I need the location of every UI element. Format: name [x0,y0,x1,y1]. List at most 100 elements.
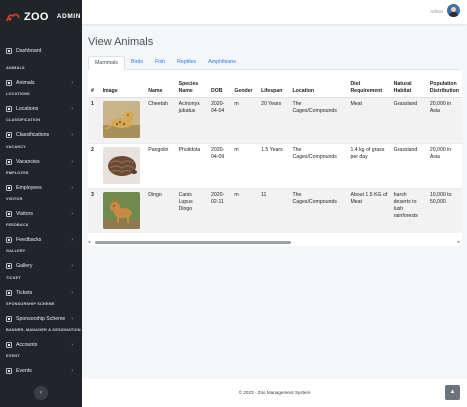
sidebar-item-gallery[interactable]: Gallery › [0,259,82,273]
sidebar-item-label: Visitors [16,211,33,217]
chevron-right-icon: › [71,263,73,270]
population-distribution: 20,000 in Asia [426,96,462,143]
chevron-right-icon: › [71,342,73,348]
tab-amphibians[interactable]: Amphibians [202,56,242,70]
animals-table: # Image Name Species Name DOB Gender Lif… [88,70,462,233]
header-lifespan: Lifespan [258,70,290,98]
table-row[interactable]: 1 Cheetah Acinonyx jubatus 2020-04-04 m 20 Ye… [88,96,462,143]
species-name: Pholidota [175,142,208,188]
back-to-top-button[interactable]: ▲ [445,385,460,400]
sidebar-item-tickets[interactable]: Tickets › [0,286,82,300]
sidebar-item-dashboard[interactable]: Dashboard [0,44,82,58]
sidebar-heading-event: EVENT [6,354,20,359]
animal-name: Pangolin [145,142,176,188]
brand-logo-text: ZOO [24,10,49,23]
chevron-right-icon: › [71,211,73,217]
dingo-image [102,191,143,229]
diet-requirement: 1.4 kg of grass per day [347,142,391,188]
footer-copyright: © 2023 - Zoo Management System [238,390,311,395]
dob: 2020-04-04 [207,96,232,143]
sidebar-item-animals[interactable]: Animals › [0,76,82,90]
header-species: Species Name [175,70,208,98]
sidebar-item-sponsorship-scheme[interactable]: Sponsorship Scheme › [0,312,82,326]
dob: 2020-04-09 [207,142,232,188]
sidebar-item-visitors[interactable]: Visitors › [0,207,82,221]
sidebar-item-label: Classifications [16,132,50,139]
header-population: Population Distribution [426,70,462,98]
layers-icon [6,132,12,139]
sidebar-item-feedbacks[interactable]: Feedbacks › [0,233,82,247]
page-title: View Animals [88,36,154,48]
sidebar-item-label: Feedbacks [16,237,42,244]
table-row[interactable]: 2 Pangolin Pholidota 2020-04-09 m 1.5 Years Th… [88,142,462,188]
sidebar: ZOO ADMIN Dashboard ANIMALS Animals › LOCATI… [0,0,82,407]
sidebar-item-label: Sponsorship Scheme [16,315,66,322]
chevron-right-icon: › [71,132,73,139]
table-horizontal-scrollbar[interactable]: ◂ ▸ [88,238,462,246]
dashboard-icon [6,48,12,54]
header-diet: Diet Requirement [347,70,391,98]
diet-requirement: Meat [347,96,391,143]
map-marker-icon [6,106,12,113]
user-name[interactable]: Admin [430,9,443,14]
sidebar-item-label: Animals [16,80,35,86]
sidebar-heading-locations: LOCATIONS [6,92,30,97]
zoo-logo-icon [6,13,20,21]
animal-name: Dingo [145,187,176,233]
scrollbar-thumb[interactable] [95,241,291,244]
header-image: Image [99,70,146,98]
table-header-row: # Image Name Species Name DOB Gender Lif… [88,70,462,98]
gender: m [231,142,259,188]
sidebar-heading-banner-manager-designation: BANNER, MANAGER & DESIGNATION [6,328,81,332]
header-gender: Gender [231,70,259,98]
population-distribution: 10,000 to 50,000 [426,187,462,233]
tab-birds[interactable]: Birds [125,56,149,70]
tab-reptiles[interactable]: Reptiles [171,56,202,70]
sidebar-heading-vacancy: VACANCY [6,144,26,149]
paw-icon [6,80,12,86]
scroll-left-arrow-icon[interactable]: ◂ [88,239,90,245]
sidebar-item-locations[interactable]: Locations › [0,102,82,116]
brand-admin-label: ADMIN [56,13,82,20]
user-icon [6,211,12,217]
row-number: 3 [88,187,100,233]
sidebar-item-label: Gallery [16,263,33,270]
chevron-right-icon: › [71,80,73,86]
natural-habitat: Grassland [390,96,427,143]
image-icon [6,263,12,270]
header-name: Name [145,70,176,98]
sidebar-item-label: Dashboard [16,48,42,54]
chevron-right-icon: › [71,289,73,296]
header-habitat: Natural Habitat [390,70,427,98]
sidebar-item-label: Employees [16,184,42,191]
scroll-right-arrow-icon[interactable]: ▸ [458,239,460,245]
chevron-right-icon: › [71,368,73,375]
briefcase-icon [6,158,12,165]
lifespan: 11 [258,187,290,233]
sidebar-item-label: Accounts [16,342,38,348]
lifespan: 1.5 Years [258,142,290,188]
sidebar-heading-visitor: VISITOR [6,197,23,201]
sidebar-item-classifications[interactable]: Classifications › [0,128,82,142]
ticket-icon [6,289,12,296]
location: The Cages/Compounds [289,96,348,143]
header-num: # [88,70,100,98]
brand[interactable]: ZOO ADMIN [0,0,82,33]
sidebar-item-label: Events [16,368,32,375]
gender: m [231,96,259,143]
sidebar-heading-gallery: GALLERY [6,249,26,254]
sidebar-item-employees[interactable]: Employees › [0,181,82,195]
sidebar-item-vacancies[interactable]: Vacancies › [0,155,82,169]
sidebar-collapse-button[interactable]: ‹ [34,386,48,400]
tab-fish[interactable]: Fish [149,56,171,70]
tab-mammals[interactable]: Mammals [88,56,125,70]
account-icon [6,342,12,348]
table-row[interactable]: 3 Dingo Canis Lupus Dingo 2020-02-11 m 11 The … [88,187,462,233]
sidebar-item-label: Locations [16,106,39,113]
sidebar-item-events[interactable]: Events › [0,364,82,378]
chevron-right-icon: › [71,158,73,165]
row-number: 1 [88,96,100,143]
sidebar-item-accounts[interactable]: Accounts › [0,338,82,352]
user-avatar[interactable] [447,4,460,17]
sidebar-heading-classification: CLASSIFICATION [6,118,41,123]
